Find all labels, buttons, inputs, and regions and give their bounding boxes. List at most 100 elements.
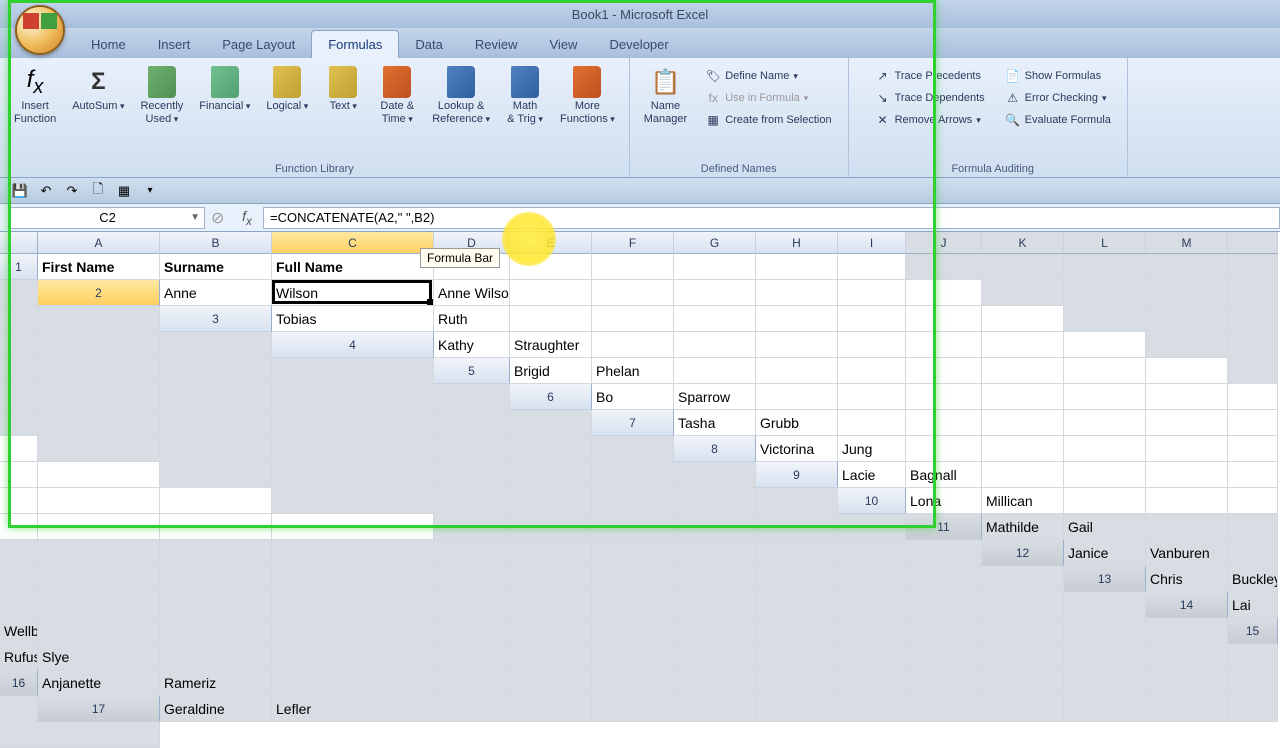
cell-M3[interactable] — [0, 332, 38, 358]
cell-K2[interactable] — [1064, 280, 1146, 306]
cell-J15[interactable] — [838, 644, 906, 670]
cell-E10[interactable] — [1228, 488, 1278, 514]
cell-M8[interactable] — [510, 462, 592, 488]
row-header-15[interactable]: 15 — [1228, 618, 1278, 644]
cell-undefined12[interactable] — [906, 566, 982, 592]
column-header-E[interactable]: E — [510, 232, 592, 254]
cell-E3[interactable] — [674, 306, 756, 332]
cell-F3[interactable] — [756, 306, 838, 332]
more-functions-button[interactable]: More Functions — [554, 62, 621, 130]
row-header-13[interactable]: 13 — [1064, 566, 1146, 592]
cell-C8[interactable] — [906, 436, 982, 462]
cell-F4[interactable] — [838, 332, 906, 358]
column-header-H[interactable]: H — [756, 232, 838, 254]
cell-E8[interactable] — [1064, 436, 1146, 462]
column-header-J[interactable]: J — [906, 232, 982, 254]
define-name-button[interactable]: 🏷Define Name ▾ — [701, 66, 835, 86]
cell-G2[interactable] — [756, 280, 838, 306]
cell-undefined10[interactable] — [756, 514, 838, 540]
cell-C13[interactable] — [0, 592, 38, 618]
cell-G3[interactable] — [838, 306, 906, 332]
cell-A6[interactable]: Bo — [592, 384, 674, 410]
cell-A10[interactable]: Lona — [906, 488, 982, 514]
cell-extra-10[interactable] — [838, 514, 906, 540]
cell-G7[interactable] — [1146, 410, 1228, 436]
cell-A11[interactable]: Mathilde — [982, 514, 1064, 540]
tab-view[interactable]: View — [534, 31, 594, 58]
cell-B9[interactable]: Bagnall — [906, 462, 982, 488]
cell-J7[interactable] — [38, 436, 160, 462]
autosum-button[interactable]: Σ AutoSum — [66, 62, 130, 117]
cell-extra-8[interactable] — [674, 462, 756, 488]
name-manager-button[interactable]: 📋 Name Manager — [638, 62, 693, 130]
cell-A3[interactable]: Tobias — [272, 306, 434, 332]
cell-I7[interactable] — [0, 436, 38, 462]
column-header-I[interactable]: I — [838, 232, 906, 254]
cell-D3[interactable] — [592, 306, 674, 332]
cell-I15[interactable] — [756, 644, 838, 670]
cell-C12[interactable] — [1228, 540, 1278, 566]
cell-extra-15[interactable] — [1228, 644, 1278, 670]
cell-F13[interactable] — [272, 592, 434, 618]
cell-J5[interactable] — [1228, 358, 1278, 384]
cell-B8[interactable]: Jung — [838, 436, 906, 462]
cell-F15[interactable] — [510, 644, 592, 670]
cell-L12[interactable] — [756, 566, 838, 592]
cell-D12[interactable] — [0, 566, 38, 592]
worksheet-area[interactable]: ABCDEFGHIJKLM1First NameSurnameFull Name… — [0, 232, 1280, 748]
cell-J17[interactable] — [982, 696, 1064, 722]
row-header-7[interactable]: 7 — [592, 410, 674, 436]
trace-precedents-button[interactable]: ↗Trace Precedents — [871, 66, 989, 86]
cell-D16[interactable] — [434, 670, 510, 696]
cell-K8[interactable] — [272, 462, 434, 488]
cell-L13[interactable] — [838, 592, 906, 618]
row-header-6[interactable]: 6 — [510, 384, 592, 410]
cell-A9[interactable]: Lacie — [838, 462, 906, 488]
cell-I14[interactable] — [674, 618, 756, 644]
show-formulas-button[interactable]: 📄Show Formulas — [1001, 66, 1115, 86]
office-button[interactable] — [15, 5, 65, 55]
cell-C10[interactable] — [1064, 488, 1146, 514]
new-icon[interactable]: 🗋 — [88, 181, 108, 201]
cell-B2[interactable]: Wilson — [272, 280, 434, 306]
cell-M10[interactable] — [674, 514, 756, 540]
undo-icon[interactable]: ↶ — [36, 181, 56, 201]
cell-undefined2[interactable] — [0, 306, 38, 332]
cell-F2[interactable] — [674, 280, 756, 306]
cell-G10[interactable] — [38, 514, 160, 540]
cell-C1[interactable]: Full Name — [272, 254, 434, 280]
cell-J12[interactable] — [592, 566, 674, 592]
cell-I10[interactable] — [272, 514, 434, 540]
cell-extra-12[interactable] — [982, 566, 1064, 592]
cell-J6[interactable] — [0, 410, 38, 436]
cell-G13[interactable] — [434, 592, 510, 618]
cell-F14[interactable] — [434, 618, 510, 644]
cell-K13[interactable] — [756, 592, 838, 618]
cell-J1[interactable] — [906, 254, 982, 280]
cell-J4[interactable] — [1146, 332, 1228, 358]
cell-K4[interactable] — [1228, 332, 1278, 358]
cell-E17[interactable] — [592, 696, 674, 722]
cancel-icon[interactable]: ⊘ — [211, 208, 231, 228]
cell-H16[interactable] — [756, 670, 838, 696]
column-header-L[interactable]: L — [1064, 232, 1146, 254]
cell-B3[interactable]: Ruth — [434, 306, 510, 332]
cell-J2[interactable] — [982, 280, 1064, 306]
cell-undefined13[interactable] — [982, 592, 1064, 618]
cell-M17[interactable] — [1228, 696, 1278, 722]
cell-L6[interactable] — [160, 410, 272, 436]
cell-F7[interactable] — [1064, 410, 1146, 436]
date-time-button[interactable]: Date & Time — [372, 62, 422, 130]
name-box-dropdown-icon[interactable]: ▼ — [190, 212, 200, 223]
cell-B4[interactable]: Straughter — [510, 332, 592, 358]
cell-D15[interactable] — [272, 644, 434, 670]
cell-extra-17[interactable] — [38, 722, 160, 748]
cell-D11[interactable] — [1228, 514, 1278, 540]
cell-D13[interactable] — [38, 592, 160, 618]
cell-M9[interactable] — [592, 488, 674, 514]
cell-J8[interactable] — [160, 462, 272, 488]
cell-H5[interactable] — [1064, 358, 1146, 384]
cell-L16[interactable] — [1064, 670, 1146, 696]
cell-C15[interactable] — [160, 644, 272, 670]
cell-E16[interactable] — [510, 670, 592, 696]
